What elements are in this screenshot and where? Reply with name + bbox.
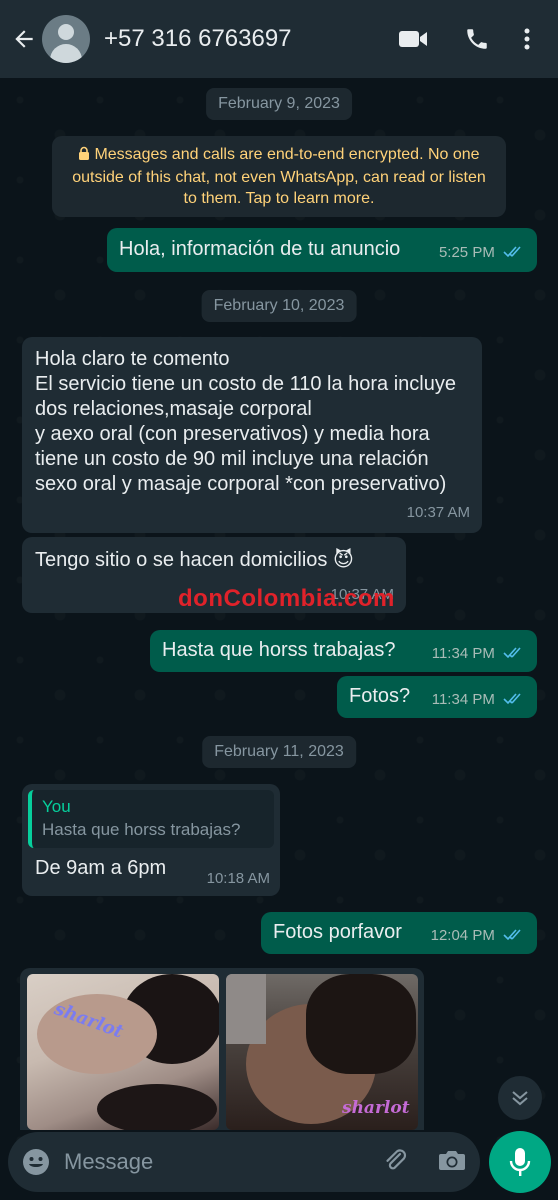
message-text: De 9am a 6pm xyxy=(35,857,167,879)
back-arrow-icon[interactable] xyxy=(6,19,42,59)
quoted-text: Hasta que horss trabajas? xyxy=(42,820,241,839)
phone-call-icon[interactable] xyxy=(452,14,502,64)
chat-header: +57 316 6763697 xyxy=(0,0,558,78)
contact-name[interactable]: +57 316 6763697 xyxy=(104,25,388,53)
message-composer[interactable]: Message xyxy=(8,1132,480,1192)
message-text: Tengo sitio o se hacen domicilios 😈 xyxy=(35,549,354,571)
camera-icon[interactable] xyxy=(438,1148,466,1177)
message-bubble-outgoing[interactable]: Hasta que horss trabajas? 11:34 PM xyxy=(150,630,537,672)
photo-thumbnail[interactable]: sharlot xyxy=(226,974,418,1130)
message-time: 10:37 AM xyxy=(406,504,470,521)
video-call-icon[interactable] xyxy=(388,14,438,64)
photo-caption: sharlot xyxy=(342,1098,410,1118)
read-receipt-icon xyxy=(503,924,525,949)
message-text: Hasta que horss trabajas? xyxy=(162,639,396,661)
quoted-message[interactable]: You Hasta que horss trabajas? xyxy=(28,790,274,848)
message-bubble-outgoing[interactable]: Fotos? 11:34 PM xyxy=(337,676,537,718)
double-chevron-down-icon xyxy=(512,1091,528,1106)
mic-icon xyxy=(509,1148,531,1176)
message-time: 10:18 AM xyxy=(206,870,270,887)
message-time: 12:04 PM xyxy=(430,927,495,945)
photo-thumbnail[interactable]: sharlot xyxy=(27,974,219,1130)
lock-icon xyxy=(78,146,90,167)
attach-icon[interactable] xyxy=(380,1145,410,1180)
message-time: 11:34 PM xyxy=(431,691,495,709)
encryption-notice-text: Messages and calls are end-to-end encryp… xyxy=(72,146,486,207)
avatar[interactable] xyxy=(42,15,90,63)
date-separator: February 10, 2023 xyxy=(201,290,357,322)
message-input[interactable]: Message xyxy=(64,1149,380,1175)
watermark: donColombia.com xyxy=(178,585,395,612)
message-text: Hola claro te comento El servicio tiene … xyxy=(35,348,456,495)
message-bubble-incoming[interactable]: You Hasta que horss trabajas? De 9am a 6… xyxy=(22,784,280,896)
emoji-icon[interactable] xyxy=(22,1148,50,1176)
photo-album-message[interactable]: sharlot sharlot xyxy=(20,968,424,1130)
encryption-notice[interactable]: Messages and calls are end-to-end encryp… xyxy=(52,136,506,217)
read-receipt-icon xyxy=(503,642,525,667)
more-options-icon[interactable] xyxy=(502,14,552,64)
mic-button[interactable] xyxy=(489,1131,551,1193)
message-bubble-outgoing[interactable]: Fotos porfavor 12:04 PM xyxy=(261,912,537,954)
message-text: Fotos? xyxy=(349,685,411,707)
date-separator: February 9, 2023 xyxy=(206,88,352,120)
message-time: 11:34 PM xyxy=(431,645,495,663)
message-text: Fotos porfavor xyxy=(273,921,402,943)
message-bubble-incoming[interactable]: Hola claro te comento El servicio tiene … xyxy=(22,337,482,533)
message-text: Hola, información de tu anuncio xyxy=(119,238,401,260)
message-time: 5:25 PM xyxy=(438,244,495,262)
quoted-author: You xyxy=(42,797,71,816)
read-receipt-icon xyxy=(503,688,525,713)
read-receipt-icon xyxy=(503,241,525,266)
message-bubble-outgoing[interactable]: Hola, información de tu anuncio 5:25 PM xyxy=(107,228,537,272)
scroll-to-bottom-button[interactable] xyxy=(498,1076,542,1120)
date-separator: February 11, 2023 xyxy=(202,736,356,768)
